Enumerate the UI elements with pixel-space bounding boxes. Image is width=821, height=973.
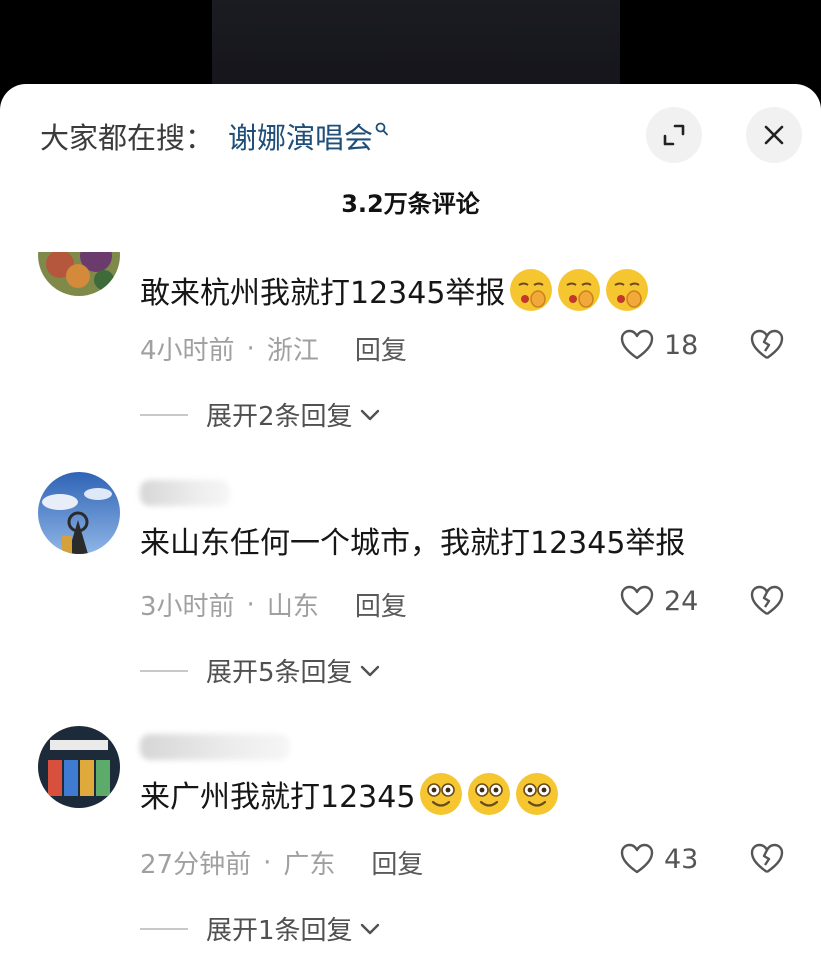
meta-separator: · <box>246 333 255 364</box>
reply-button[interactable]: 回复 <box>371 844 423 881</box>
comment-meta: 4小时前 · 浙江 回复 <box>140 330 407 367</box>
expand-replies-label: 展开5条回复 <box>206 658 353 688</box>
shushing-face-icon <box>510 269 553 311</box>
emoji-group <box>507 266 651 314</box>
broken-heart-icon[interactable] <box>750 843 784 875</box>
comment-item: 来山东任何一个城市，我就打12345举报 3小时前 · 山东 回复 24 展开5… <box>0 454 821 714</box>
broken-heart-icon[interactable] <box>750 585 784 617</box>
comment-time: 27分钟前 <box>140 850 252 880</box>
comment-text: 来山东任何一个城市，我就打12345举报 <box>140 526 686 561</box>
video-background <box>212 0 620 86</box>
like-button[interactable]: 18 <box>620 329 698 361</box>
expand-divider <box>140 927 188 930</box>
expand-replies[interactable]: 展开5条回复 <box>140 652 381 689</box>
heart-icon <box>620 843 654 874</box>
flushed-smile-icon <box>468 773 511 815</box>
comment-item: 来广州我就打12345 27分钟前 · 广东 回复 43 展开1条回复 <box>0 714 821 973</box>
comment-sheet: 大家都在搜： 谢娜演唱会 3.2万条评论 敢来杭州我就打12345举报 4小时前… <box>0 84 821 973</box>
comment-time: 4小时前 <box>140 336 235 366</box>
expand-replies-label: 展开1条回复 <box>206 916 353 946</box>
avatar[interactable] <box>38 726 120 808</box>
broken-heart-icon[interactable] <box>750 329 784 361</box>
comment-text: 敢来杭州我就打12345举报 <box>140 276 506 311</box>
expand-replies-label: 展开2条回复 <box>206 402 353 432</box>
scroll-mask <box>30 202 130 252</box>
like-count: 43 <box>664 843 699 875</box>
flushed-smile-icon <box>516 773 559 815</box>
meta-separator: · <box>246 589 255 620</box>
comment-location: 山东 <box>266 592 319 622</box>
comment-item: 敢来杭州我就打12345举报 4小时前 · 浙江 回复 18 展开2条回复 <box>0 84 821 444</box>
meta-separator: · <box>263 847 272 878</box>
like-button[interactable]: 43 <box>620 843 698 875</box>
avatar[interactable] <box>38 472 120 554</box>
reply-button[interactable]: 回复 <box>355 330 407 367</box>
expand-replies[interactable]: 展开1条回复 <box>140 910 381 947</box>
like-count: 18 <box>664 329 699 361</box>
comment-text-row: 来山东任何一个城市，我就打12345举报 <box>140 518 685 562</box>
expand-divider <box>140 413 188 416</box>
comment-location: 浙江 <box>266 336 319 366</box>
heart-icon <box>620 585 654 616</box>
comment-time: 3小时前 <box>140 592 235 622</box>
chevron-down-icon <box>360 923 379 934</box>
comment-meta: 27分钟前 · 广东 回复 <box>140 844 423 881</box>
shushing-face-icon <box>558 269 601 311</box>
heart-icon <box>620 329 654 360</box>
expand-replies[interactable]: 展开2条回复 <box>140 396 381 433</box>
comment-location: 广东 <box>283 850 336 880</box>
comment-text: 来广州我就打12345 <box>140 780 416 815</box>
shushing-face-icon <box>606 269 649 311</box>
expand-divider <box>140 669 188 672</box>
comment-text-row: 来广州我就打12345 <box>140 770 561 818</box>
comment-text-row: 敢来杭州我就打12345举报 <box>140 266 651 314</box>
comment-meta: 3小时前 · 山东 回复 <box>140 586 407 623</box>
like-count: 24 <box>664 585 699 617</box>
emoji-group <box>417 770 561 818</box>
chevron-down-icon <box>360 665 379 676</box>
flushed-smile-icon <box>420 773 463 815</box>
like-button[interactable]: 24 <box>620 585 698 617</box>
chevron-down-icon <box>360 409 379 420</box>
reply-button[interactable]: 回复 <box>355 586 407 623</box>
username[interactable] <box>140 480 230 506</box>
username[interactable] <box>140 734 290 760</box>
